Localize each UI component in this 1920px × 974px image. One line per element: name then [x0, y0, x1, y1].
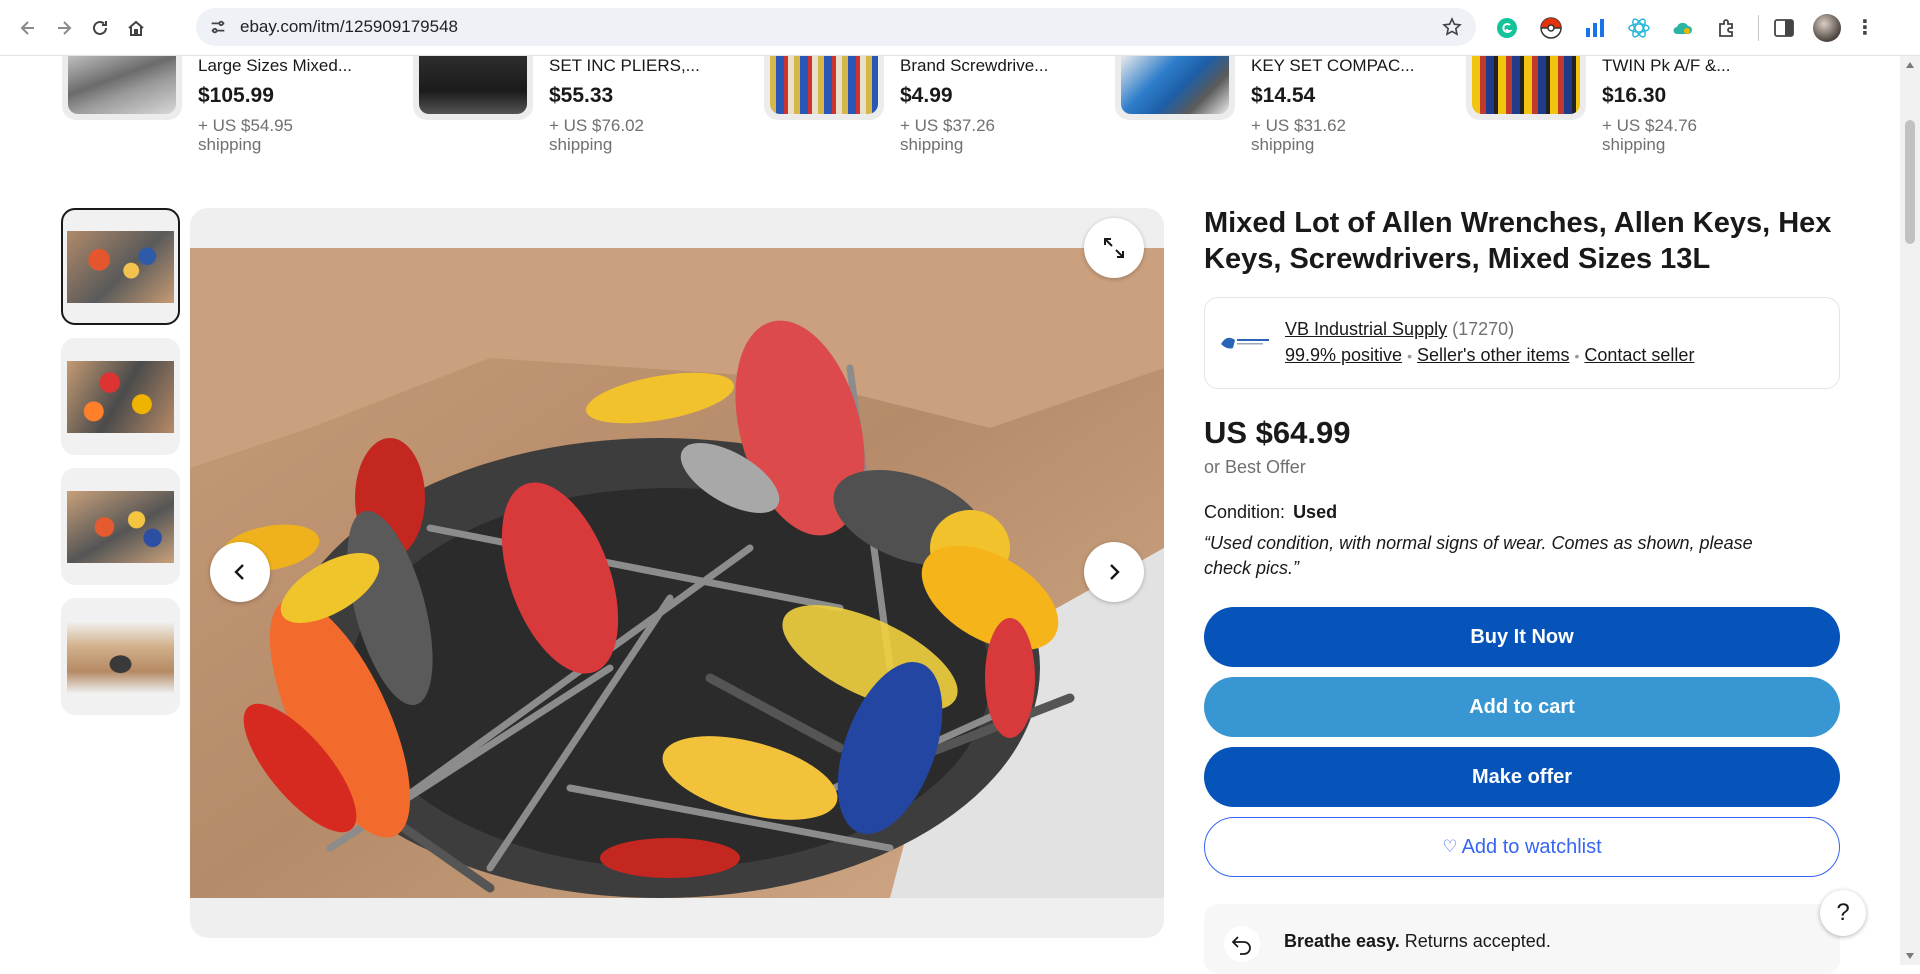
next-image-button[interactable]	[1084, 542, 1144, 602]
puzzle-extensions-icon[interactable]	[1712, 13, 1742, 43]
similar-item-image[interactable]	[413, 56, 533, 120]
similar-item-price: $55.33	[549, 84, 614, 107]
returns-banner: Breathe easy. Returns accepted.	[1204, 904, 1840, 974]
similar-item-image[interactable]	[1466, 56, 1586, 120]
add-to-cart-button[interactable]: Add to cart	[1204, 677, 1840, 737]
browser-toolbar: ebay.com/itm/125909179548 ⋮	[0, 0, 1920, 56]
similar-items-strip: Large Sizes Mixed... $105.99 + US $54.95…	[0, 56, 1900, 166]
toolbar-divider	[1758, 15, 1759, 41]
thumbnail-image[interactable]	[61, 468, 180, 585]
help-button[interactable]: ?	[1820, 890, 1866, 936]
similar-item-image[interactable]	[1115, 56, 1235, 120]
main-image-container	[190, 208, 1164, 938]
back-arrow-icon[interactable]	[10, 10, 46, 46]
similar-item[interactable]: TWIN Pk A/F &... $16.30 + US $24.76 ship…	[1466, 56, 1806, 166]
buy-it-now-button[interactable]: Buy It Now	[1204, 607, 1840, 667]
similar-item[interactable]: Brand Screwdrive... $4.99 + US $37.26 sh…	[764, 56, 1104, 166]
item-price: US $64.99	[1204, 415, 1351, 450]
condition-description: “Used condition, with normal signs of we…	[1204, 533, 1753, 578]
page-scrollbar[interactable]	[1900, 56, 1920, 965]
site-info-icon[interactable]	[206, 15, 230, 39]
similar-item-shipping: + US $54.95 shipping	[198, 116, 293, 154]
best-offer-text: or Best Offer	[1204, 457, 1306, 477]
scroll-up-icon[interactable]	[1906, 62, 1914, 68]
similar-item[interactable]: Large Sizes Mixed... $105.99 + US $54.95…	[62, 56, 402, 166]
similar-item-title[interactable]: SET INC PLIERS,...	[549, 56, 749, 76]
scroll-down-icon[interactable]	[1906, 953, 1914, 959]
similar-item[interactable]: SET INC PLIERS,... $55.33 + US $76.02 sh…	[413, 56, 753, 166]
seller-positive-link[interactable]: 99.9% positive	[1285, 345, 1402, 365]
image-thumbnails	[61, 208, 180, 728]
seller-card: VB Industrial Supply (17270) 99.9% posit…	[1204, 297, 1840, 389]
seller-feedback-count: (17270)	[1452, 319, 1515, 339]
reload-icon[interactable]	[82, 10, 118, 46]
pokeball-icon[interactable]	[1536, 13, 1566, 43]
forward-arrow-icon[interactable]	[46, 10, 82, 46]
seller-logo[interactable]	[1219, 330, 1271, 354]
similar-item-image[interactable]	[764, 56, 884, 120]
return-arrow-icon	[1224, 926, 1260, 962]
url-text: ebay.com/itm/125909179548	[240, 17, 459, 36]
similar-item-image[interactable]	[62, 56, 182, 120]
previous-image-button[interactable]	[210, 542, 270, 602]
make-offer-button[interactable]: Make offer	[1204, 747, 1840, 807]
add-to-watchlist-button[interactable]: ♡ Add to watchlist	[1204, 817, 1840, 877]
help-icon: ?	[1836, 899, 1850, 926]
returns-bold: Breathe easy.	[1284, 931, 1400, 951]
similar-item-shipping: + US $24.76 shipping	[1602, 116, 1697, 154]
add-to-watchlist-label: Add to watchlist	[1461, 835, 1602, 858]
similar-item-price: $105.99	[198, 84, 274, 107]
seller-other-items-link[interactable]: Seller's other items	[1417, 345, 1570, 365]
extensions-bar: ⋮	[1492, 10, 1875, 46]
scroll-thumb[interactable]	[1905, 120, 1915, 244]
similar-item-title[interactable]: Large Sizes Mixed...	[198, 56, 398, 76]
returns-text: Breathe easy. Returns accepted.	[1284, 931, 1551, 952]
returns-detail: Returns accepted.	[1399, 931, 1551, 951]
expand-image-icon[interactable]	[1084, 218, 1144, 278]
grammarly-icon[interactable]	[1492, 13, 1522, 43]
cloud-icon[interactable]	[1668, 13, 1698, 43]
similar-item-price: $14.54	[1251, 84, 1316, 107]
contact-seller-link[interactable]: Contact seller	[1584, 345, 1694, 365]
similar-item-shipping: + US $76.02 shipping	[549, 116, 644, 154]
condition-value: Used	[1293, 502, 1338, 522]
make-offer-label: Make offer	[1471, 765, 1573, 788]
similar-item-price: $16.30	[1602, 84, 1667, 107]
buy-it-now-label: Buy It Now	[1470, 625, 1574, 648]
similar-item-title[interactable]: Brand Screwdrive...	[900, 56, 1100, 76]
similar-item[interactable]: KEY SET COMPAC... $14.54 + US $31.62 shi…	[1115, 56, 1455, 166]
separator-dot: •	[1574, 348, 1580, 364]
profile-avatar[interactable]	[1813, 14, 1841, 42]
similar-item-shipping: + US $31.62 shipping	[1251, 116, 1346, 154]
atom-icon[interactable]	[1624, 13, 1654, 43]
similar-item-price: $4.99	[900, 84, 953, 107]
main-product-image[interactable]	[190, 248, 1164, 898]
condition-label: Condition:	[1204, 502, 1286, 522]
seller-links: 99.9% positive • Seller's other items • Cont…	[1285, 345, 1694, 366]
similar-item-title[interactable]: KEY SET COMPAC...	[1251, 56, 1451, 76]
menu-kebab-icon[interactable]: ⋮	[1855, 18, 1875, 38]
home-icon[interactable]	[118, 10, 154, 46]
seller-name-link[interactable]: VB Industrial Supply	[1285, 319, 1447, 339]
thumbnail-image[interactable]	[61, 338, 180, 455]
thumbnail-image[interactable]	[61, 208, 180, 325]
sidebar-icon[interactable]	[1769, 13, 1799, 43]
thumbnail-image[interactable]	[61, 598, 180, 715]
similar-item-shipping: + US $37.26 shipping	[900, 116, 995, 154]
separator-dot: •	[1407, 348, 1412, 364]
seller-name-row: VB Industrial Supply (17270)	[1285, 319, 1514, 340]
address-bar[interactable]: ebay.com/itm/125909179548	[196, 8, 1476, 46]
bookmark-star-icon[interactable]	[1442, 17, 1462, 37]
heart-icon: ♡	[1442, 837, 1458, 856]
item-title: Mixed Lot of Allen Wrenches, Allen Keys,…	[1204, 207, 1832, 275]
analytics-icon[interactable]	[1580, 13, 1610, 43]
condition-row: Condition: Used	[1204, 502, 1840, 523]
add-to-cart-label: Add to cart	[1469, 695, 1575, 718]
listing-details: Mixed Lot of Allen Wrenches, Allen Keys,…	[1204, 205, 1840, 877]
similar-item-title[interactable]: TWIN Pk A/F &...	[1602, 56, 1802, 76]
